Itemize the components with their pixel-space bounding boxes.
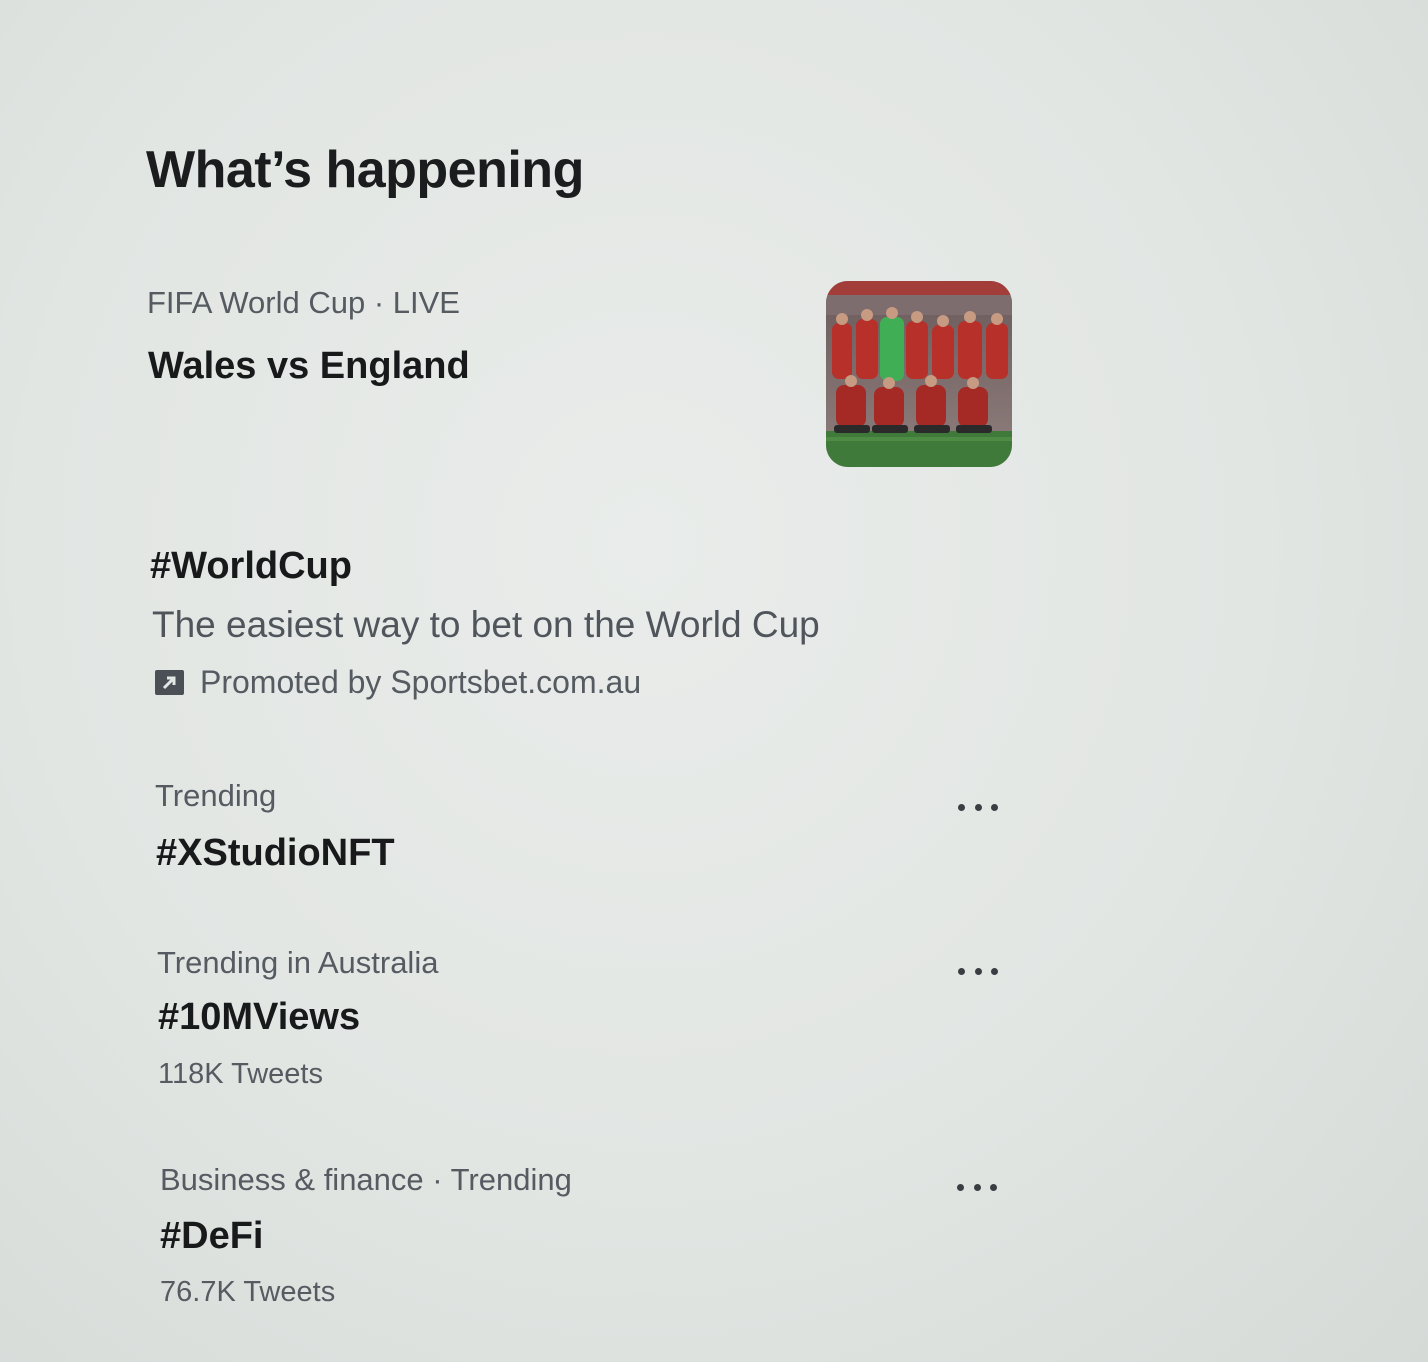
- tweet-count: 76.7K Tweets: [160, 1276, 336, 1308]
- promoted-by-label[interactable]: Promoted by Sportsbet.com.au: [200, 664, 641, 701]
- trend-title: #10MViews: [158, 996, 361, 1038]
- team-photo-image: [826, 281, 1012, 467]
- trend-meta: Trending: [155, 778, 277, 813]
- more-options-icon[interactable]: [958, 964, 998, 978]
- more-options-icon[interactable]: [958, 800, 998, 814]
- promoted-arrow-icon: [155, 670, 184, 695]
- whats-happening-panel: What’s happening FIFA World Cup · LIVE W…: [0, 0, 1428, 1362]
- trend-title: #WorldCup: [150, 545, 352, 587]
- trend-meta: Business & finance · Trending: [160, 1162, 572, 1197]
- team-photo-thumbnail[interactable]: [826, 281, 1012, 467]
- trend-meta: FIFA World Cup · LIVE: [147, 285, 460, 320]
- tweet-count: 118K Tweets: [158, 1058, 323, 1090]
- trend-meta: Trending in Australia: [157, 945, 439, 980]
- more-options-icon[interactable]: [957, 1180, 997, 1194]
- trend-item-wales-vs-england[interactable]: FIFA World Cup · LIVE Wales vs England: [0, 0, 1428, 500]
- trend-title: #DeFi: [160, 1215, 264, 1257]
- trend-title: Wales vs England: [148, 345, 470, 387]
- promoted-description: The easiest way to bet on the World Cup: [152, 604, 820, 645]
- trend-title: #XStudioNFT: [156, 832, 395, 874]
